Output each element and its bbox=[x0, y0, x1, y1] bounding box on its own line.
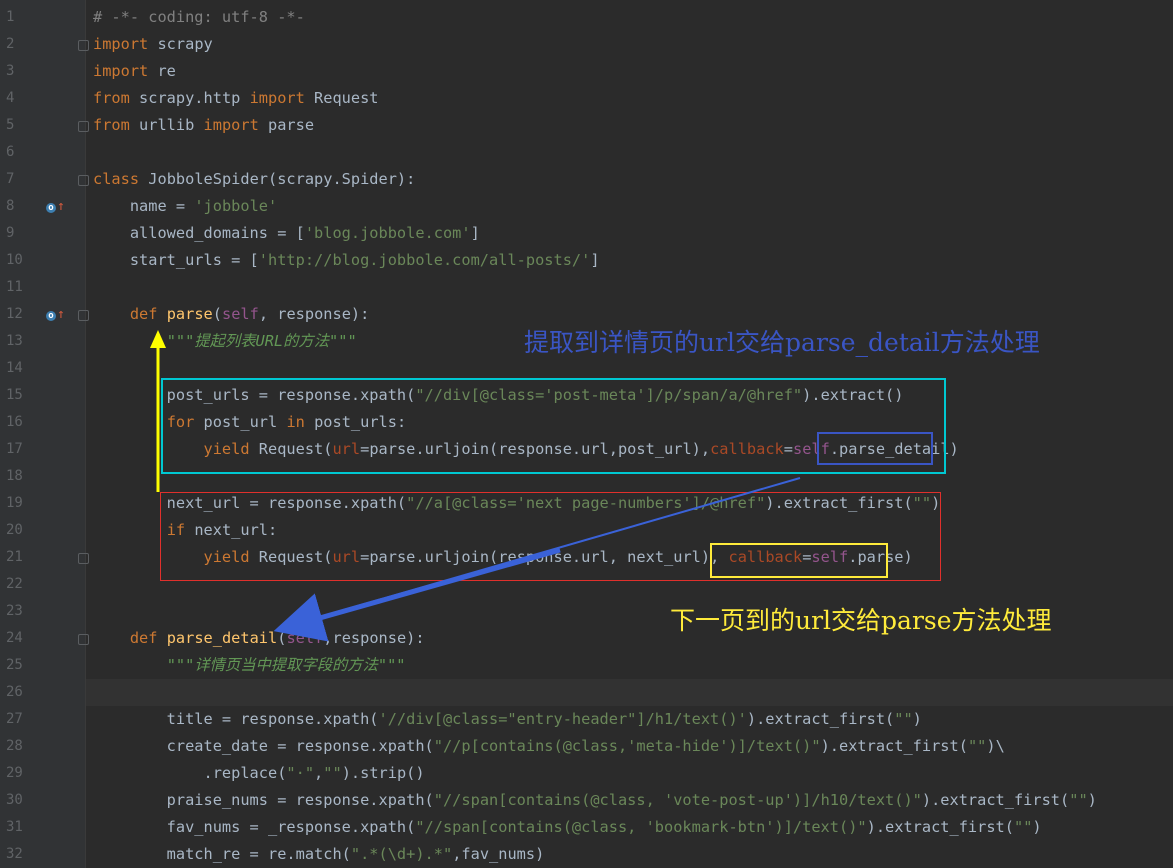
line-number: 22 bbox=[6, 576, 23, 592]
line-number: 30 bbox=[6, 792, 23, 808]
code-text[interactable]: .replace("·","").strip() bbox=[93, 760, 425, 787]
line-number: 29 bbox=[6, 765, 23, 781]
line-number: 21 bbox=[6, 549, 23, 565]
line-number: 23 bbox=[6, 603, 23, 619]
code-line[interactable]: 9 allowed_domains = ['blog.jobbole.com'] bbox=[0, 220, 1173, 247]
code-line[interactable]: 8 name = 'jobbole' bbox=[0, 193, 1173, 220]
fold-marker-icon[interactable] bbox=[78, 40, 89, 51]
line-number: 4 bbox=[6, 90, 15, 106]
code-text[interactable]: name = 'jobbole' bbox=[93, 193, 277, 220]
code-line[interactable]: 10 start_urls = ['http://blog.jobbole.co… bbox=[0, 247, 1173, 274]
fold-marker-icon[interactable] bbox=[78, 553, 89, 564]
line-number: 1 bbox=[6, 9, 15, 25]
code-text[interactable]: allowed_domains = ['blog.jobbole.com'] bbox=[93, 220, 480, 247]
code-line[interactable]: 29 .replace("·","").strip() bbox=[0, 760, 1173, 787]
line-number: 18 bbox=[6, 468, 23, 484]
line-number: 9 bbox=[6, 225, 15, 241]
line-number: 11 bbox=[6, 279, 23, 295]
code-line[interactable]: 32 match_re = re.match(".*(\d+).*",fav_n… bbox=[0, 841, 1173, 868]
fold-marker-icon[interactable] bbox=[78, 310, 89, 321]
code-line[interactable]: 6 bbox=[0, 139, 1173, 166]
parse-detail-highlight-box bbox=[817, 432, 933, 465]
code-line[interactable]: 2 import scrapy bbox=[0, 31, 1173, 58]
code-line[interactable]: 5 from urllib import parse bbox=[0, 112, 1173, 139]
code-line[interactable]: 1 # -*- coding: utf-8 -*- bbox=[0, 4, 1173, 31]
code-text[interactable]: fav_nums = _response.xpath("//span[conta… bbox=[93, 814, 1042, 841]
code-text[interactable]: from scrapy.http import Request bbox=[93, 85, 379, 112]
arrow-up-icon: ↑ bbox=[57, 307, 65, 322]
code-line[interactable]: 3 import re bbox=[0, 58, 1173, 85]
parse-detail-annotation: 提取到详情页的url交给parse_detail方法处理 bbox=[524, 328, 1040, 357]
override-o-icon: o bbox=[46, 311, 56, 321]
fold-marker-icon[interactable] bbox=[78, 121, 89, 132]
code-line[interactable]: 7 class JobboleSpider(scrapy.Spider): bbox=[0, 166, 1173, 193]
code-text[interactable]: def parse(self, response): bbox=[93, 301, 370, 328]
code-line[interactable]: 26 bbox=[0, 679, 1173, 706]
fold-marker-icon[interactable] bbox=[78, 634, 89, 645]
line-number: 14 bbox=[6, 360, 23, 376]
line-number: 27 bbox=[6, 711, 23, 727]
line-number: 10 bbox=[6, 252, 23, 268]
code-text[interactable]: """详情页当中提取字段的方法""" bbox=[93, 652, 406, 679]
line-number: 15 bbox=[6, 387, 23, 403]
line-number: 28 bbox=[6, 738, 23, 754]
line-number: 26 bbox=[6, 684, 23, 700]
line-number: 13 bbox=[6, 333, 23, 349]
line-number: 3 bbox=[6, 63, 15, 79]
code-line[interactable]: 31 fav_nums = _response.xpath("//span[co… bbox=[0, 814, 1173, 841]
code-text[interactable]: class JobboleSpider(scrapy.Spider): bbox=[93, 166, 415, 193]
override-o-icon: o bbox=[46, 203, 56, 213]
line-number: 24 bbox=[6, 630, 23, 646]
code-line[interactable]: 11 bbox=[0, 274, 1173, 301]
line-number: 25 bbox=[6, 657, 23, 673]
code-line[interactable]: 4 from scrapy.http import Request bbox=[0, 85, 1173, 112]
code-line[interactable]: 30 praise_nums = response.xpath("//span[… bbox=[0, 787, 1173, 814]
line-number: 31 bbox=[6, 819, 23, 835]
line-number: 17 bbox=[6, 441, 23, 457]
code-line[interactable]: 25 """详情页当中提取字段的方法""" bbox=[0, 652, 1173, 679]
line-number: 8 bbox=[6, 198, 15, 214]
line-number: 5 bbox=[6, 117, 15, 133]
override-marker[interactable]: o ↑ bbox=[46, 199, 65, 214]
line-number: 7 bbox=[6, 171, 15, 187]
callback-parse-highlight-box bbox=[710, 543, 888, 578]
code-text[interactable]: from urllib import parse bbox=[93, 112, 314, 139]
code-text[interactable]: """提起列表URL的方法""" bbox=[93, 328, 357, 355]
line-number: 16 bbox=[6, 414, 23, 430]
line-number: 20 bbox=[6, 522, 23, 538]
arrow-up-icon: ↑ bbox=[57, 199, 65, 214]
line-number: 2 bbox=[6, 36, 15, 52]
code-text[interactable]: create_date = response.xpath("//p[contai… bbox=[93, 733, 1005, 760]
line-number: 32 bbox=[6, 846, 23, 862]
code-text[interactable]: # -*- coding: utf-8 -*- bbox=[93, 4, 305, 31]
line-number: 6 bbox=[6, 144, 15, 160]
code-line[interactable]: 27 title = response.xpath('//div[@class=… bbox=[0, 706, 1173, 733]
line-number: 12 bbox=[6, 306, 23, 322]
code-line[interactable]: 28 create_date = response.xpath("//p[con… bbox=[0, 733, 1173, 760]
next-page-annotation: 下一页到的url交给parse方法处理 bbox=[670, 606, 1052, 635]
line-number: 19 bbox=[6, 495, 23, 511]
code-text[interactable]: title = response.xpath('//div[@class="en… bbox=[93, 706, 922, 733]
code-text[interactable]: def parse_detail(self,response): bbox=[93, 625, 425, 652]
fold-marker-icon[interactable] bbox=[78, 175, 89, 186]
code-text[interactable]: import scrapy bbox=[93, 31, 213, 58]
code-text[interactable]: praise_nums = response.xpath("//span[con… bbox=[93, 787, 1097, 814]
code-text[interactable]: import re bbox=[93, 58, 176, 85]
code-text[interactable]: match_re = re.match(".*(\d+).*",fav_nums… bbox=[93, 841, 545, 868]
override-marker[interactable]: o ↑ bbox=[46, 307, 65, 322]
code-text[interactable]: start_urls = ['http://blog.jobbole.com/a… bbox=[93, 247, 600, 274]
